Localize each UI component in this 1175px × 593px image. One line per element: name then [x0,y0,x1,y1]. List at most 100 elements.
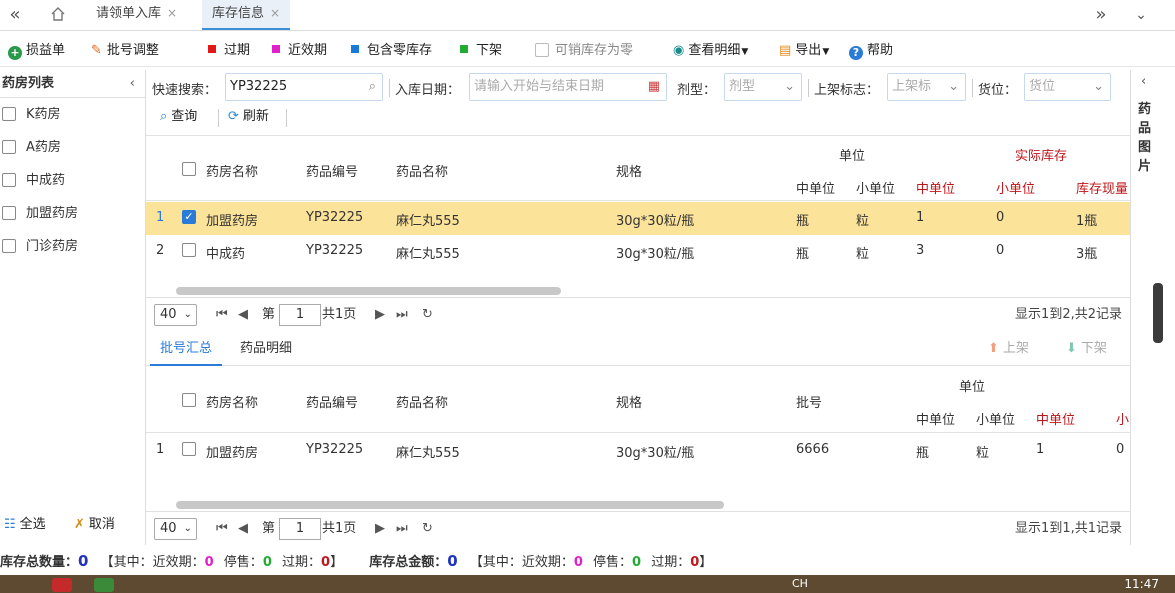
select-all-button[interactable]: ☷ 全选 [4,513,46,537]
cell-stock-mid: 1 [916,210,925,225]
prev-page-icon[interactable]: ◀ [238,518,248,540]
row-checkbox[interactable]: ✓ [182,210,196,224]
tab-requisition-inbound[interactable]: 请领单入库 × [86,0,187,30]
shelf-flag-select[interactable]: 上架标 ⌄ [887,73,966,101]
app-icon[interactable] [52,578,72,592]
sellable-zero-checkbox[interactable]: 可销库存为零 [535,39,633,63]
pharmacy-item-tcm[interactable]: 中成药 [0,164,145,197]
col-header-stock-mid[interactable]: 中单位 [916,178,955,197]
next-page-icon[interactable]: ▶ [375,518,385,540]
off-shelf-filter[interactable]: 下架 [460,39,502,63]
reload-icon[interactable]: ↻ [422,304,433,326]
checkbox[interactable] [2,173,16,187]
col-header-mid-unit[interactable]: 中单位 [796,178,835,197]
pharmacy-item-outpatient[interactable]: 门诊药房 [0,230,145,263]
col-header-small-unit[interactable]: 小单位 [976,409,1015,428]
table-row[interactable]: 1 ✓ 加盟药房 YP32225 麻仁丸555 30g*30粒/瓶 瓶 粒 1 … [146,202,1130,235]
col-header-small-unit[interactable]: 小单位 [856,178,895,197]
checkbox[interactable] [2,239,16,253]
cancel-button[interactable]: ✗ 取消 [74,513,115,537]
include-zero-filter[interactable]: 包含零库存 [351,39,432,63]
cell-stock-small: 0 [996,210,1005,225]
quick-search-input[interactable]: YP32225 ⌕ [225,73,383,101]
calendar-icon[interactable]: ▦ [648,74,660,100]
date-range-input[interactable]: 请输入开始与结束日期 ▦ [469,73,667,101]
checkbox[interactable] [535,43,549,57]
table-row[interactable]: 2 中成药 YP32225 麻仁丸555 30g*30粒/瓶 瓶 粒 3 0 3… [146,235,1130,268]
col-header-batch[interactable]: 批号 [796,392,822,411]
table-row[interactable]: 1 加盟药房 YP32225 麻仁丸555 30g*30粒/瓶 6666 瓶 粒… [146,434,1130,467]
batch-adjust-button[interactable]: ✎ 批号调整 [91,39,159,63]
select-all-checkbox[interactable] [182,162,196,176]
checkbox[interactable] [2,107,16,121]
close-icon[interactable]: × [270,6,280,20]
first-page-icon[interactable]: ⏮ [216,304,228,326]
near-expiry-filter[interactable]: 近效期 [272,39,327,63]
help-button[interactable]: ? 帮助 [849,39,893,63]
checkbox[interactable] [2,140,16,154]
chevron-down-icon[interactable]: ⌄ [1128,0,1154,30]
close-icon[interactable]: × [167,6,177,20]
language-indicator[interactable]: CH [792,577,808,590]
page-size-select[interactable]: 40 ⌄ [154,518,197,540]
checkbox[interactable] [2,206,16,220]
collapse-right-icon[interactable]: ‹ [1141,74,1146,89]
first-page-icon[interactable]: ⏮ [216,518,228,540]
query-button[interactable]: ⌕ 查询 [160,105,197,129]
collapse-right-icon[interactable]: » [1088,0,1114,30]
view-detail-button[interactable]: ◉ 查看明细▼ [673,39,748,63]
last-page-icon[interactable]: ⏭ [396,304,408,326]
shelve-button[interactable]: ⬆ 上架 [988,332,1029,366]
col-header-stock-now[interactable]: 库存现量 [1076,178,1128,197]
col-header-name[interactable]: 药品名称 [396,392,448,411]
system-clock: 11:47 [1124,577,1159,591]
home-icon[interactable] [44,0,72,30]
location-select[interactable]: 货位 ⌄ [1024,73,1111,101]
last-page-icon[interactable]: ⏭ [396,518,408,540]
col-header-stock-small[interactable]: 小 [1116,409,1129,428]
cell-stock-mid: 3 [916,243,925,258]
export-button[interactable]: ▤ 导出▼ [779,39,829,63]
col-header-spec[interactable]: 规格 [616,392,642,411]
page-number-input[interactable]: 1 [279,304,321,326]
next-page-icon[interactable]: ▶ [375,304,385,326]
col-header-stock-small[interactable]: 小单位 [996,178,1035,197]
col-header-name[interactable]: 药品名称 [396,161,448,180]
col-header-pharmacy[interactable]: 药房名称 [206,161,258,180]
tab-drug-detail[interactable]: 药品明细 [240,332,292,366]
form-select[interactable]: 剂型 ⌄ [724,73,802,101]
page-scrollbar[interactable] [1153,283,1163,343]
horizontal-scrollbar[interactable] [176,287,561,295]
col-header-spec[interactable]: 规格 [616,161,642,180]
collapse-left-icon[interactable]: ‹ [130,70,135,98]
app-icon[interactable] [94,578,114,592]
col-header-pharmacy[interactable]: 药房名称 [206,392,258,411]
pharmacy-item-k[interactable]: K药房 [0,98,145,131]
col-header-code[interactable]: 药品编号 [306,392,358,411]
pharmacy-item-franchise[interactable]: 加盟药房 [0,197,145,230]
row-checkbox[interactable] [182,243,196,257]
prev-page-icon[interactable]: ◀ [238,304,248,326]
reload-icon[interactable]: ↻ [422,518,433,540]
col-header-code[interactable]: 药品编号 [306,161,358,180]
row-checkbox[interactable] [182,442,196,456]
divider [286,109,287,127]
select-all-checkbox[interactable] [182,393,196,407]
unshelve-button[interactable]: ⬇ 下架 [1066,332,1107,366]
col-header-stock-mid[interactable]: 中单位 [1036,409,1075,428]
page-size-select[interactable]: 40 ⌄ [154,304,197,326]
tab-batch-summary[interactable]: 批号汇总 [150,332,223,366]
row-number: 2 [156,243,165,258]
collapse-left-icon[interactable]: « [0,0,30,30]
col-header-mid-unit[interactable]: 中单位 [916,409,955,428]
loss-gain-button[interactable]: + 损益单 [8,39,65,63]
tab-stock-info[interactable]: 库存信息 × [202,0,291,30]
panel-title: 药品图片 [1138,102,1152,174]
horizontal-scrollbar[interactable] [176,501,724,509]
refresh-button[interactable]: ⟳ 刷新 [228,105,269,129]
page-number-input[interactable]: 1 [279,518,321,540]
amt-exp-label: 过期： [651,555,691,570]
expired-filter[interactable]: 过期 [208,39,250,63]
pharmacy-item-a[interactable]: A药房 [0,131,145,164]
search-icon[interactable]: ⌕ [369,74,376,100]
